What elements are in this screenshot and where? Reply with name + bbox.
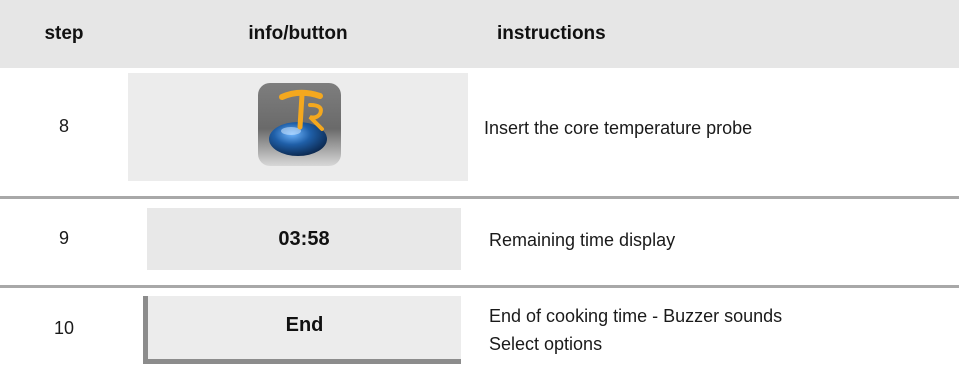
row-separator — [0, 196, 959, 199]
row-separator — [0, 285, 959, 288]
instruction-8: Insert the core temperature probe — [484, 118, 753, 138]
table-header: step info/button instructions — [0, 0, 959, 68]
header-instructions: instructions — [497, 23, 606, 44]
header-step: step — [44, 23, 84, 44]
step-number-8: 8 — [58, 116, 69, 136]
instruction-9: Remaining time display — [489, 230, 676, 250]
step-number-9: 9 — [58, 228, 69, 248]
header-info-button: info/button — [248, 23, 348, 44]
end-button[interactable]: End — [143, 296, 461, 364]
probe-icon-graphic — [269, 89, 327, 156]
step-number-10: 10 — [53, 318, 75, 338]
core-temperature-probe-icon[interactable] — [258, 83, 341, 166]
remaining-time-display: 03:58 — [147, 208, 461, 270]
instruction-10-line1: End of cooking time - Buzzer sounds — [489, 306, 783, 326]
instruction-10-line2: Select options — [489, 334, 603, 354]
